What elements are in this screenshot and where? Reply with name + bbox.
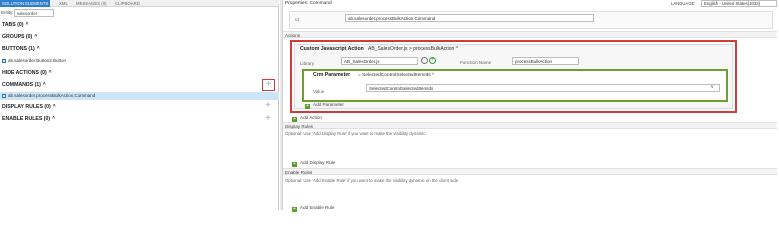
add-library-icon[interactable]: + [429,57,436,64]
search-icon[interactable] [421,57,428,64]
chevron-up-icon: ^ [48,70,52,76]
add-display-rule-label: Add Display Rule [300,160,336,165]
left-tab-bar: SOLUTION ELEMENTS XML MESSAGES (0) CLIPB… [0,0,279,7]
chevron-up-icon: ^ [34,34,38,40]
add-command-plus-icon[interactable]: + [262,79,275,91]
chevron-up-icon: ^ [52,116,56,122]
section-enable-rules[interactable]: ENABLE RULES (0) ^ [2,116,55,122]
chevron-up-icon: ^ [36,46,40,52]
crm-parameter-subtitle: = SelectedControlSelectedItemIds ^ [358,73,434,78]
crm-subtitle-text: = SelectedControlSelectedItemIds [358,73,431,78]
section-commands-label: COMMANDS (1) [2,82,41,88]
entity-select[interactable]: salesorder [14,9,54,17]
section-tabs[interactable]: TABS (0) ^ [2,22,28,28]
tab-clipboard[interactable]: CLIPBOARD [115,0,140,7]
tab-messages[interactable]: MESSAGES (0) [76,0,107,7]
add-enable-rule-label: Add Enable Rule [300,205,335,210]
command-item-label: ab.salesorder.processBulkAction.Command [8,93,96,98]
section-hide-actions[interactable]: HIDE ACTIONS (0) ^ [2,70,52,76]
id-input[interactable]: ab.salesorder.processBulkAction.Command [345,14,594,22]
add-action-label: Add Action [300,115,322,120]
add-enable-rule-button[interactable]: + Add Enable Rule [292,205,334,212]
chevron-down-icon[interactable]: v [711,84,714,90]
chevron-up-icon: ^ [42,82,46,88]
add-icon: + [305,103,310,109]
language-select[interactable]: English - United States(1033) [701,0,777,7]
value-label: Value [313,89,325,94]
library-input[interactable]: AB_SalesOrder.js [341,57,418,65]
display-rules-header: Display Rules [283,122,777,129]
button-item-label: ab.salesorder.Button2.Button [8,58,67,63]
add-enable-rule-plus-icon[interactable]: + [263,114,273,124]
command-list-item[interactable]: ab.salesorder.processBulkAction.Command [2,92,95,99]
add-parameter-label: Add Parameter [313,102,344,107]
enable-rules-header: Enable Rules [283,168,777,175]
chevron-up-icon: ^ [25,22,29,28]
add-display-rule-plus-icon[interactable]: + [263,101,273,111]
library-label: Library [300,61,315,66]
custom-javascript-action-title[interactable]: Custom Javascript Action [300,46,364,52]
custom-javascript-action-subtitle: AB_SalesOrder.js > processBulkAction ^ [368,46,458,52]
section-hide-actions-label: HIDE ACTIONS (0) [2,70,47,76]
tab-xml[interactable]: XML [59,0,68,7]
add-action-button[interactable]: + Add Action [292,115,322,122]
display-rules-hint: Optional: Use 'Add Display Rule' if you … [285,131,427,136]
properties-title: Properties: Command [285,1,332,6]
cja-subtitle-text: AB_SalesOrder.js > processBulkAction [368,46,455,52]
tab-solution-elements[interactable]: SOLUTION ELEMENTS [0,0,51,7]
section-display-rules-label: DISPLAY RULES (0) [2,104,51,110]
section-commands[interactable]: COMMANDS (1) ^ [2,82,46,88]
add-icon: + [292,161,297,167]
crm-parameter-title[interactable]: Crm Parameter [313,72,350,78]
section-enable-rules-label: ENABLE RULES (0) [2,116,51,122]
value-select[interactable]: SelectedControlSelectedItemIds [366,84,720,92]
section-display-rules[interactable]: DISPLAY RULES (0) ^ [2,104,56,110]
add-display-rule-button[interactable]: + Add Display Rule [292,160,335,167]
command-icon [2,93,6,98]
add-icon: + [292,206,297,212]
chevron-up-icon[interactable]: ^ [456,46,458,52]
section-buttons[interactable]: BUTTONS (1) ^ [2,46,40,52]
add-parameter-button[interactable]: + Add Parameter [305,102,344,109]
section-groups-label: GROUPS (0) [2,34,33,40]
function-name-label: Function Name [460,60,492,65]
section-groups[interactable]: GROUPS (0) ^ [2,34,37,40]
chevron-up-icon[interactable]: ^ [432,73,434,78]
enable-rules-hint: Optional: Use 'Add Enable Rule' if you w… [285,178,459,183]
id-label: Id [295,17,299,22]
button-icon [2,58,6,63]
function-name-input[interactable]: processBulkAction [512,57,579,65]
section-buttons-label: BUTTONS (1) [2,46,35,52]
chevron-up-icon: ^ [52,104,56,110]
language-label: LANGUAGE: [671,1,696,6]
actions-header: Actions [283,31,777,38]
section-tabs-label: TABS (0) [2,22,24,28]
button-list-item[interactable]: ab.salesorder.Button2.Button [2,57,66,64]
entity-label: Entity: [1,10,14,15]
